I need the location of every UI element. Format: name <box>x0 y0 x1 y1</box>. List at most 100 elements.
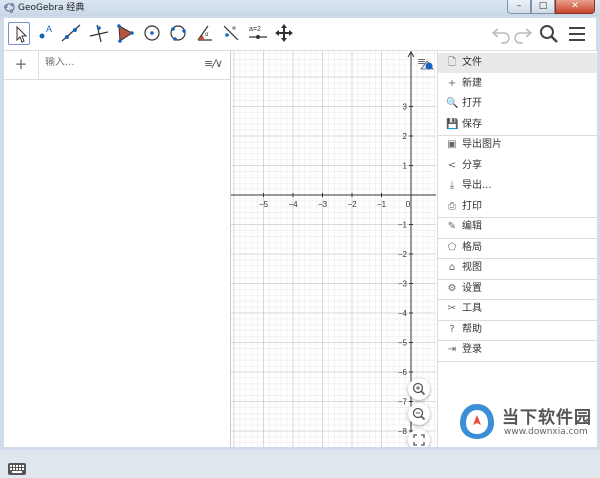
download-icon: ⤓ <box>449 180 455 191</box>
perspectives-icon: ⬠ <box>447 241 457 253</box>
keyboard-icon <box>10 465 24 473</box>
menu-separator <box>438 237 597 239</box>
x-tick-label: 0 <box>406 200 411 209</box>
main-menu-button[interactable] <box>566 23 588 45</box>
menu-item-settings[interactable]: ⚙ 设置 <box>438 279 597 299</box>
sign-in-icon: ⇥ <box>447 344 457 355</box>
y-tick-label: −5 <box>398 339 408 348</box>
point-icon: A <box>39 24 52 39</box>
menu-item-open[interactable]: 🔍 打开 <box>438 94 597 114</box>
menu-item-perspectives[interactable]: ⬠ 格局 <box>438 238 597 258</box>
polygon-tool-button[interactable] <box>114 22 136 44</box>
app-window: GeoGebra 经典 – □ ✕ A α a=2 + 输入... ≡∕∨ −5… <box>0 0 600 475</box>
menu-item-sign-in[interactable]: ⇥ 登录 <box>438 340 597 360</box>
close-icon: ✕ <box>571 1 579 11</box>
menu-item-tools[interactable]: ✂ 工具 <box>438 299 597 319</box>
menu-item-view[interactable]: ⌂ 视图 <box>438 258 597 278</box>
tools-icon: ✂ <box>447 303 457 314</box>
perpendicular-line-tool-button[interactable] <box>88 22 110 44</box>
angle-icon: α <box>197 25 212 41</box>
y-tick-label: −6 <box>398 368 408 377</box>
save-icon: 💾 <box>446 118 459 130</box>
new-icon: + <box>447 77 457 89</box>
menu-separator <box>438 319 597 321</box>
zoom-in-button[interactable] <box>408 378 430 400</box>
menu-item-save[interactable]: 💾 保存 <box>438 115 597 135</box>
angle-tool-button[interactable]: α <box>194 22 216 44</box>
watermark-logo <box>460 404 494 439</box>
algebra-style-icon[interactable]: ≡∕∨ <box>204 57 223 70</box>
file-icon: 🗋 <box>447 57 457 68</box>
client-area: A α a=2 + 输入... ≡∕∨ −5 −4 −3 −2 −1 0 3 2… <box>4 18 597 475</box>
circle-three-points-icon <box>170 25 186 41</box>
zoom-out-icon <box>412 407 426 421</box>
window-title: GeoGebra 经典 <box>18 3 85 13</box>
open-icon: 🔍 <box>446 98 459 109</box>
graphics-view[interactable]: −5 −4 −3 −2 −1 0 3 2 1 −1 −2 −3 −4 −5 −6 −7 −8 ≡ <box>231 51 436 447</box>
svg-text:A: A <box>46 24 52 34</box>
menu-separator <box>438 278 597 280</box>
help-icon: ? <box>449 323 455 335</box>
menu-item-edit[interactable]: ✎ 编辑 <box>438 217 597 237</box>
y-tick-label: −1 <box>398 221 408 230</box>
undo-button[interactable] <box>490 23 512 45</box>
circle-center-icon <box>144 25 160 41</box>
hamburger-menu-icon <box>569 27 585 41</box>
y-tick-label: −7 <box>398 398 408 407</box>
move-tool-button[interactable] <box>8 22 30 45</box>
settings-icon: ⚙ <box>447 282 457 294</box>
menu-item-print[interactable]: ⎙ 打印 <box>438 197 597 217</box>
circle-three-points-tool-button[interactable] <box>167 22 189 44</box>
main-menu-panel: 🗋 文件 + 新建 🔍 打开 💾 保存 ▣ 导出图片 < 分享 ⤓ 导出... ⎙ 打印 ✎ 编辑 ⬠ 格局 ⌂ 视图 ⚙ 设… <box>437 51 597 447</box>
close-button[interactable]: ✕ <box>555 0 595 14</box>
menu-separator <box>438 217 597 218</box>
menu-item-help[interactable]: ? 帮助 <box>438 320 597 340</box>
menu-item-download[interactable]: ⤓ 导出... <box>438 176 597 196</box>
menu-item-label: 编辑 <box>462 221 482 232</box>
menu-separator <box>438 340 597 341</box>
circle-center-tool-button[interactable] <box>141 22 163 44</box>
menu-item-label: 导出... <box>462 180 492 191</box>
menu-item-new[interactable]: + 新建 <box>438 74 597 94</box>
y-tick-label: −8 <box>398 427 408 436</box>
fullscreen-button[interactable] <box>408 429 430 447</box>
zoom-out-button[interactable] <box>408 403 430 425</box>
slider-tool-button[interactable]: a=2 <box>247 22 269 44</box>
move-view-icon <box>275 24 293 42</box>
watermark-name: 当下软件园 <box>502 408 592 428</box>
redo-icon <box>514 28 533 44</box>
algebra-input-separator <box>38 51 39 79</box>
keyboard-toggle-button[interactable] <box>8 463 26 475</box>
watermark: 当下软件园 www.downxia.com <box>456 399 596 445</box>
y-tick-label: −3 <box>398 280 408 289</box>
line-tool-button[interactable] <box>60 22 82 44</box>
search-button[interactable] <box>538 23 560 45</box>
point-tool-button[interactable]: A <box>34 22 56 44</box>
maximize-button[interactable]: □ <box>531 0 555 14</box>
algebra-input-field[interactable] <box>45 57 195 68</box>
polygon-icon <box>117 24 134 43</box>
add-item-button[interactable]: + <box>12 55 30 73</box>
export-image-icon: ▣ <box>447 139 457 150</box>
y-tick-label: 3 <box>403 103 408 112</box>
undo-icon <box>491 28 510 44</box>
menu-item-label: 视图 <box>462 262 482 273</box>
menu-item-share[interactable]: < 分享 <box>438 156 597 176</box>
toolbar: A α a=2 <box>4 18 596 51</box>
coordinate-grid[interactable]: −5 −4 −3 −2 −1 0 3 2 1 −1 −2 −3 −4 −5 −6 −7 −8 <box>231 51 436 447</box>
y-tick-label: 2 <box>403 132 408 141</box>
minimize-button[interactable]: – <box>507 0 531 14</box>
menu-item-label: 格局 <box>462 241 482 253</box>
reflect-tool-button[interactable] <box>220 22 242 44</box>
move-graphics-view-tool-button[interactable] <box>273 22 295 44</box>
redo-button[interactable] <box>512 23 534 45</box>
menu-item-export-image[interactable]: ▣ 导出图片 <box>438 135 597 155</box>
menu-item-file[interactable]: 🗋 文件 <box>438 53 597 73</box>
geogebra-app-icon <box>4 3 15 13</box>
maximize-icon: □ <box>538 1 548 11</box>
menu-item-label: 设置 <box>462 282 482 294</box>
algebra-view: + ≡∕∨ <box>4 51 231 475</box>
x-tick-label: −1 <box>377 200 387 209</box>
perspective-point-icon[interactable] <box>420 58 434 72</box>
watermark-url: www.downxia.com <box>504 427 588 437</box>
